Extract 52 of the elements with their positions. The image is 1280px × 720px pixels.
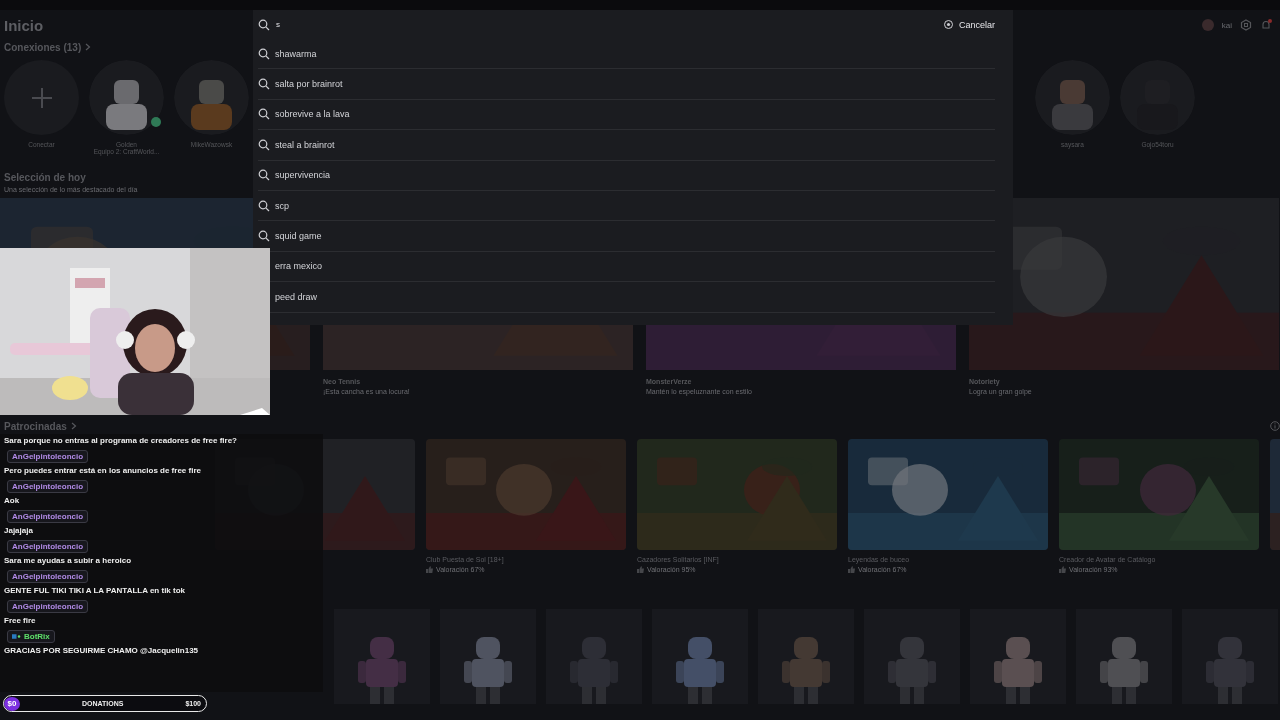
page-title: Inicio	[4, 16, 44, 34]
plus-icon	[30, 86, 53, 109]
username-tag[interactable]: AnGelpintoleoncio	[7, 480, 89, 493]
thumbs-up-icon	[637, 566, 644, 573]
username-tag[interactable]: AnGelpintoleoncio	[7, 540, 89, 553]
chat-message: GRACIAS POR SEGUIRME CHAMO @Jacquelin135	[4, 646, 199, 655]
search-icon	[258, 47, 270, 60]
search-icon	[258, 78, 270, 91]
search-suggestion[interactable]: peed draw	[275, 291, 318, 302]
info-icon[interactable]	[1270, 421, 1280, 431]
chat-message: Sara me ayudas a subir a heroico	[4, 556, 132, 565]
chevron-icon[interactable]	[85, 43, 92, 51]
search-icon	[258, 199, 270, 212]
username[interactable]: kai	[1221, 20, 1232, 30]
search-field[interactable]: s Cancelar	[253, 10, 1013, 39]
search-suggestion[interactable]: salta por brainrot	[275, 79, 343, 90]
search-suggestion[interactable]: steal a brainrot	[275, 139, 335, 150]
chevron-icon[interactable]	[70, 422, 77, 430]
user-avatar[interactable]	[1201, 19, 1214, 31]
bell-icon[interactable]	[1260, 19, 1272, 31]
search-icon	[258, 138, 270, 151]
username-tag[interactable]: BotRix	[7, 630, 55, 643]
chat-message: Pero puedes entrar está en los anuncios de free fire	[4, 466, 201, 475]
username-tag[interactable]: AnGelpintoleoncio	[7, 600, 89, 613]
search-icon	[258, 230, 270, 243]
chat-message: GENTE FUL TIKI TIKI A LA PANTALLA en tik tok	[4, 586, 186, 595]
search-suggestion[interactable]: scp	[275, 200, 289, 211]
donation-amount: $0	[4, 696, 20, 711]
search-suggestion[interactable]: sobrevive a la lava	[275, 109, 350, 120]
search-icon	[258, 108, 270, 121]
bot-badge-icon	[12, 632, 21, 641]
chat-message: Free fire	[4, 616, 36, 625]
search-icon	[258, 18, 270, 31]
username-tag[interactable]: AnGelpintoleoncio	[7, 570, 89, 583]
thumbs-up-icon	[426, 566, 433, 573]
chat-message: Aok	[4, 496, 20, 505]
hexagon-icon[interactable]	[1240, 19, 1252, 31]
search-icon	[258, 169, 270, 182]
cancel-button[interactable]: Cancelar	[958, 17, 995, 32]
username-tag[interactable]: AnGelpintoleoncio	[7, 450, 89, 463]
thumbs-up-icon	[848, 566, 855, 573]
username-tag[interactable]: AnGelpintoleoncio	[7, 510, 89, 523]
online-indicator	[151, 117, 161, 127]
search-suggestion[interactable]: shawarma	[275, 48, 317, 59]
chat-message: Sara porque no entras al programa de creadores de free fire?	[4, 436, 237, 445]
search-suggestion[interactable]: supervivencia	[275, 170, 331, 181]
chat-message: Jajajaja	[4, 526, 33, 535]
section-title: Selección de hoy	[4, 171, 86, 183]
clear-icon[interactable]	[943, 20, 953, 29]
search-suggestion[interactable]: erra mexico	[275, 261, 322, 272]
thumbs-up-icon	[1059, 566, 1066, 573]
search-suggestion[interactable]: squid game	[275, 231, 322, 242]
